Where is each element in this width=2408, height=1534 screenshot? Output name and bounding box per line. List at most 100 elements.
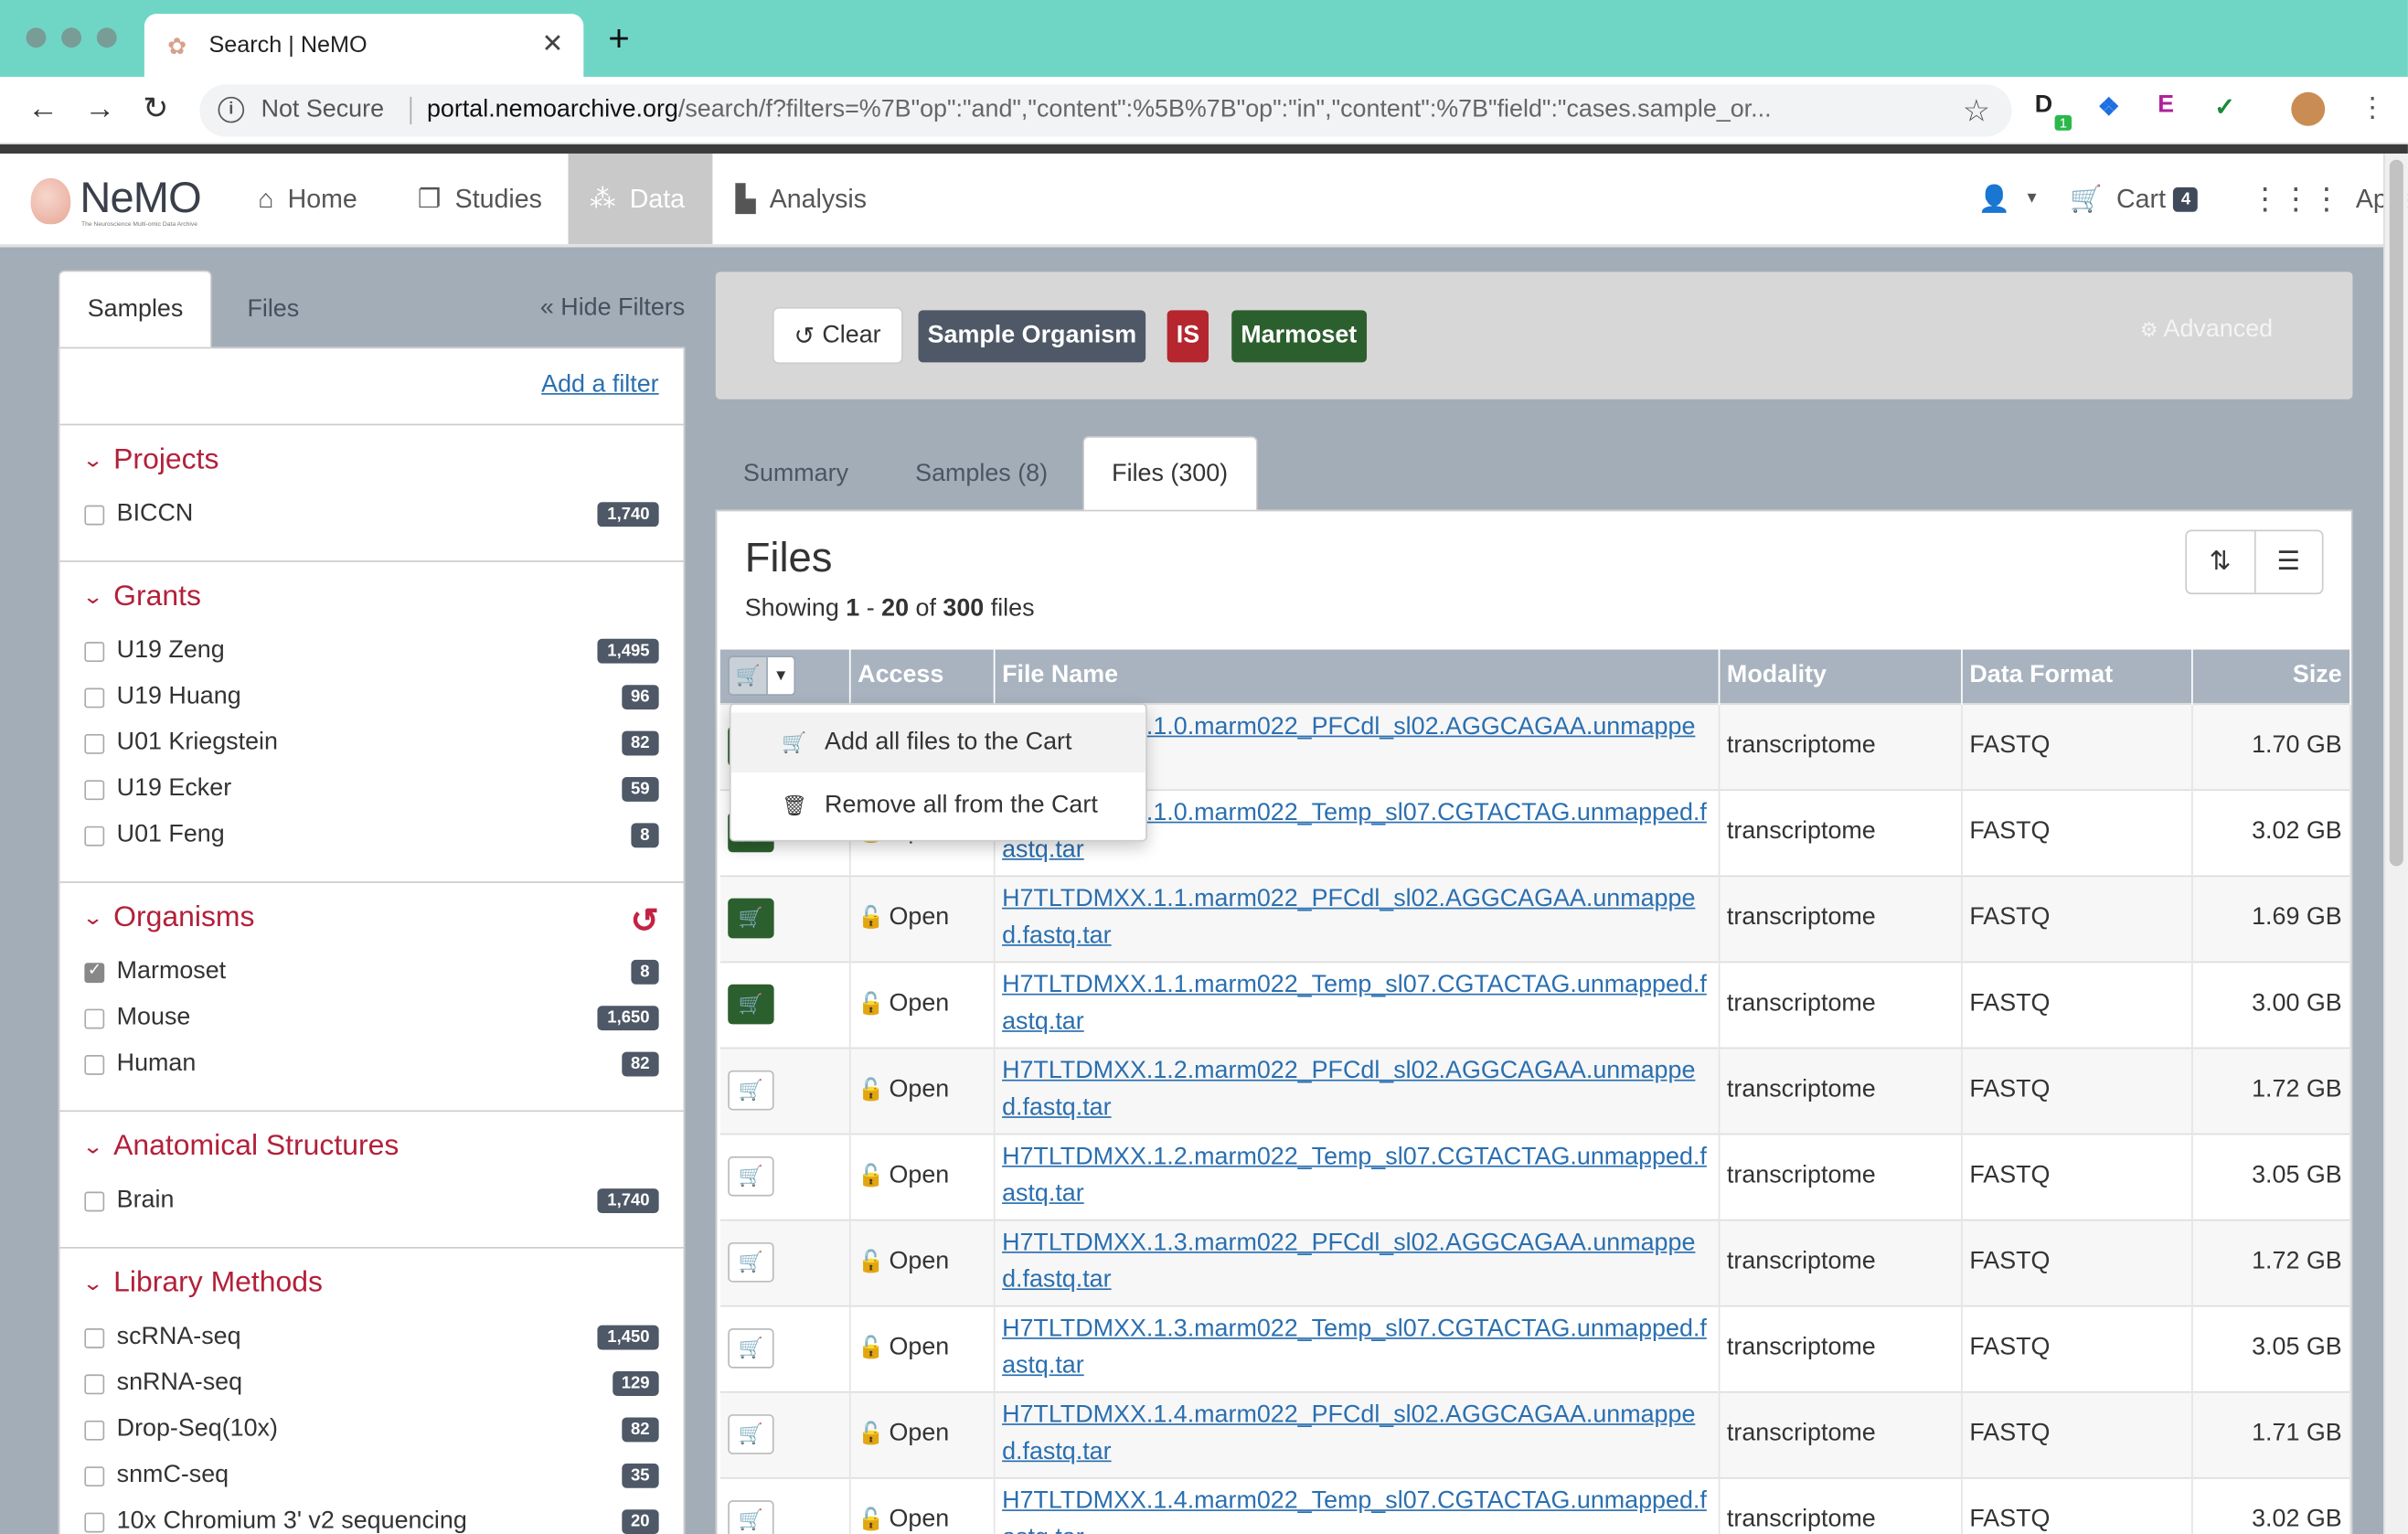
facet-item[interactable]: snRNA-seq 129	[84, 1360, 659, 1406]
tab-files-results[interactable]: Files (300)	[1082, 436, 1258, 512]
facet-item[interactable]: 10x Chromium 3' v2 sequencing 20	[84, 1498, 659, 1534]
add-to-cart-button[interactable]: 🛒	[728, 1500, 774, 1534]
checkbox[interactable]	[84, 1419, 105, 1440]
remove-from-cart-button[interactable]: 🛒	[728, 898, 774, 939]
window-close-button[interactable]	[26, 27, 47, 48]
column-header[interactable]: Data Format	[1961, 649, 2192, 704]
checkbox[interactable]	[84, 1373, 105, 1394]
checkbox[interactable]	[84, 687, 105, 708]
window-minimize-button[interactable]	[61, 27, 82, 48]
facet-title[interactable]: ⌄ Grants	[82, 581, 201, 614]
chevron-down-icon[interactable]: ▼	[767, 655, 796, 697]
checkbox[interactable]	[84, 1007, 105, 1028]
columns-menu-icon[interactable]: ☰	[2254, 531, 2322, 593]
column-header[interactable]: Modality	[1718, 649, 1962, 704]
nav-home[interactable]: ⌂ Home	[258, 154, 357, 244]
facet-title[interactable]: ⌄ Library Methods	[82, 1267, 323, 1301]
hide-filters-link[interactable]: « Hide Filters	[540, 295, 685, 323]
checkbox[interactable]	[84, 779, 105, 800]
file-name-link[interactable]: H7TLTDMXX.1.2.marm022_PFCdl_sl02.AGGCAGA…	[1002, 1053, 1709, 1127]
facet-item[interactable]: U19 Zeng 1,495	[84, 628, 659, 674]
nav-analysis[interactable]: ▙ Analysis	[736, 154, 867, 244]
facet-item[interactable]: U19 Huang 96	[84, 674, 659, 719]
add-to-cart-button[interactable]: 🛒	[728, 1070, 774, 1111]
tab-summary[interactable]: Summary	[716, 436, 876, 511]
query-field-pill[interactable]: Sample Organism	[918, 310, 1146, 363]
facet-item[interactable]: Brain 1,740	[84, 1177, 659, 1223]
facet-item[interactable]: BICCN 1,740	[84, 492, 659, 538]
extension-d-icon[interactable]: D	[2035, 92, 2052, 120]
reset-icon[interactable]: ↺	[631, 901, 659, 942]
sort-icon[interactable]: ⇅	[2187, 531, 2254, 592]
advanced-link[interactable]: ⚙ Advanced	[2140, 316, 2273, 344]
add-all-to-cart-item[interactable]: 🛒 Add all files to the Cart	[730, 712, 1146, 772]
address-bar[interactable]: i Not Secure portal.nemoarchive.org/sear…	[199, 84, 2012, 137]
column-header[interactable]: File Name	[993, 649, 1720, 704]
forward-icon[interactable]: →	[84, 92, 115, 126]
facet-item[interactable]: Mouse 1,650	[84, 996, 659, 1041]
add-filter-link[interactable]: Add a filter	[541, 372, 658, 399]
page-scrollbar[interactable]	[2383, 153, 2408, 1534]
remove-from-cart-button[interactable]: 🛒	[728, 984, 774, 1025]
facet-item[interactable]: snmC-seq 35	[84, 1453, 659, 1498]
checkbox[interactable]	[84, 733, 105, 753]
query-operator-pill[interactable]: IS	[1167, 310, 1209, 363]
checkbox[interactable]	[84, 959, 105, 983]
column-header[interactable]: Size	[2191, 649, 2351, 704]
checkbox[interactable]	[84, 1327, 105, 1348]
scrollbar-thumb[interactable]	[2389, 159, 2403, 867]
facet-item[interactable]: Human 82	[84, 1041, 659, 1087]
facet-title[interactable]: ⌄ Anatomical Structures	[82, 1130, 400, 1164]
file-name-link[interactable]: H7TLTDMXX.1.1.marm022_PFCdl_sl02.AGGCAGA…	[1002, 881, 1709, 955]
facet-item[interactable]: U01 Feng 8	[84, 813, 659, 858]
nav-studies[interactable]: ❐ Studies	[418, 154, 542, 244]
bookmark-star-icon[interactable]: ☆	[1963, 92, 1990, 131]
remove-all-from-cart-item[interactable]: 🗑 Remove all from the Cart	[731, 775, 1146, 836]
info-icon[interactable]: i	[218, 96, 245, 123]
facet-title[interactable]: ⌄ Projects	[82, 443, 219, 477]
add-to-cart-button[interactable]: 🛒	[728, 1328, 774, 1369]
extension-check-icon[interactable]: ✓	[2214, 92, 2235, 123]
add-to-cart-button[interactable]: 🛒	[728, 1156, 774, 1197]
cart-all-icon[interactable]: 🛒	[728, 655, 768, 697]
facet-title[interactable]: ⌄ Organisms	[82, 901, 255, 935]
dropbox-icon[interactable]: ❖	[2098, 92, 2120, 123]
close-tab-icon[interactable]: ✕	[542, 29, 564, 60]
user-menu[interactable]: 👤 ▼	[1978, 154, 2040, 244]
browser-tab[interactable]: ✿ Search | NeMO ✕	[144, 14, 584, 77]
tab-samples[interactable]: Samples	[58, 270, 213, 349]
checkbox[interactable]	[84, 1511, 105, 1532]
checkbox[interactable]	[84, 825, 105, 846]
window-zoom-button[interactable]	[96, 27, 117, 48]
query-value-pill[interactable]: Marmoset	[1231, 310, 1367, 363]
checkbox[interactable]	[84, 1054, 105, 1075]
nav-data[interactable]: ⁂ Data	[568, 153, 713, 245]
tab-samples-results[interactable]: Samples (8)	[888, 436, 1075, 511]
file-name-link[interactable]: H7TLTDMXX.1.1.marm022_Temp_sl07.CGTACTAG…	[1002, 967, 1709, 1041]
checkbox[interactable]	[84, 641, 105, 662]
facet-item[interactable]: scRNA-seq 1,450	[84, 1315, 659, 1360]
logo[interactable]: NeMO	[80, 174, 201, 223]
back-icon[interactable]: ←	[27, 92, 59, 126]
reload-icon[interactable]: ↻	[143, 92, 168, 126]
clear-button[interactable]: ↺ Clear	[772, 306, 903, 365]
new-tab-icon[interactable]: +	[608, 21, 630, 59]
profile-avatar[interactable]	[2291, 91, 2326, 126]
file-name-link[interactable]: H7TLTDMXX.1.4.marm022_PFCdl_sl02.AGGCAGA…	[1002, 1398, 1709, 1472]
add-to-cart-button[interactable]: 🛒	[728, 1241, 774, 1283]
nav-cart[interactable]: 🛒 Cart 4	[2070, 154, 2199, 244]
file-name-link[interactable]: H7TLTDMXX.1.3.marm022_PFCdl_sl02.AGGCAGA…	[1002, 1225, 1709, 1299]
browser-menu-icon[interactable]: ⋮	[2359, 92, 2386, 124]
file-name-link[interactable]: H7TLTDMXX.1.2.marm022_Temp_sl07.CGTACTAG…	[1002, 1139, 1709, 1213]
facet-item[interactable]: Drop-Seq(10x) 82	[84, 1407, 659, 1453]
url-text[interactable]: portal.nemoarchive.org/search/f?filters=…	[427, 97, 1932, 124]
file-name-link[interactable]: H7TLTDMXX.1.3.marm022_Temp_sl07.CGTACTAG…	[1002, 1312, 1709, 1386]
checkbox[interactable]	[84, 504, 105, 525]
facet-item[interactable]: U19 Ecker 59	[84, 766, 659, 812]
file-name-link[interactable]: H7TLTDMXX.1.4.marm022_Temp_sl07.CGTACTAG…	[1002, 1484, 1709, 1534]
facet-item[interactable]: Marmoset8	[84, 949, 659, 995]
extension-e-icon[interactable]: E	[2158, 92, 2174, 120]
tab-files[interactable]: Files	[219, 271, 326, 349]
facet-item[interactable]: U01 Kriegstein 82	[84, 720, 659, 766]
column-header[interactable]: Access	[848, 649, 995, 704]
